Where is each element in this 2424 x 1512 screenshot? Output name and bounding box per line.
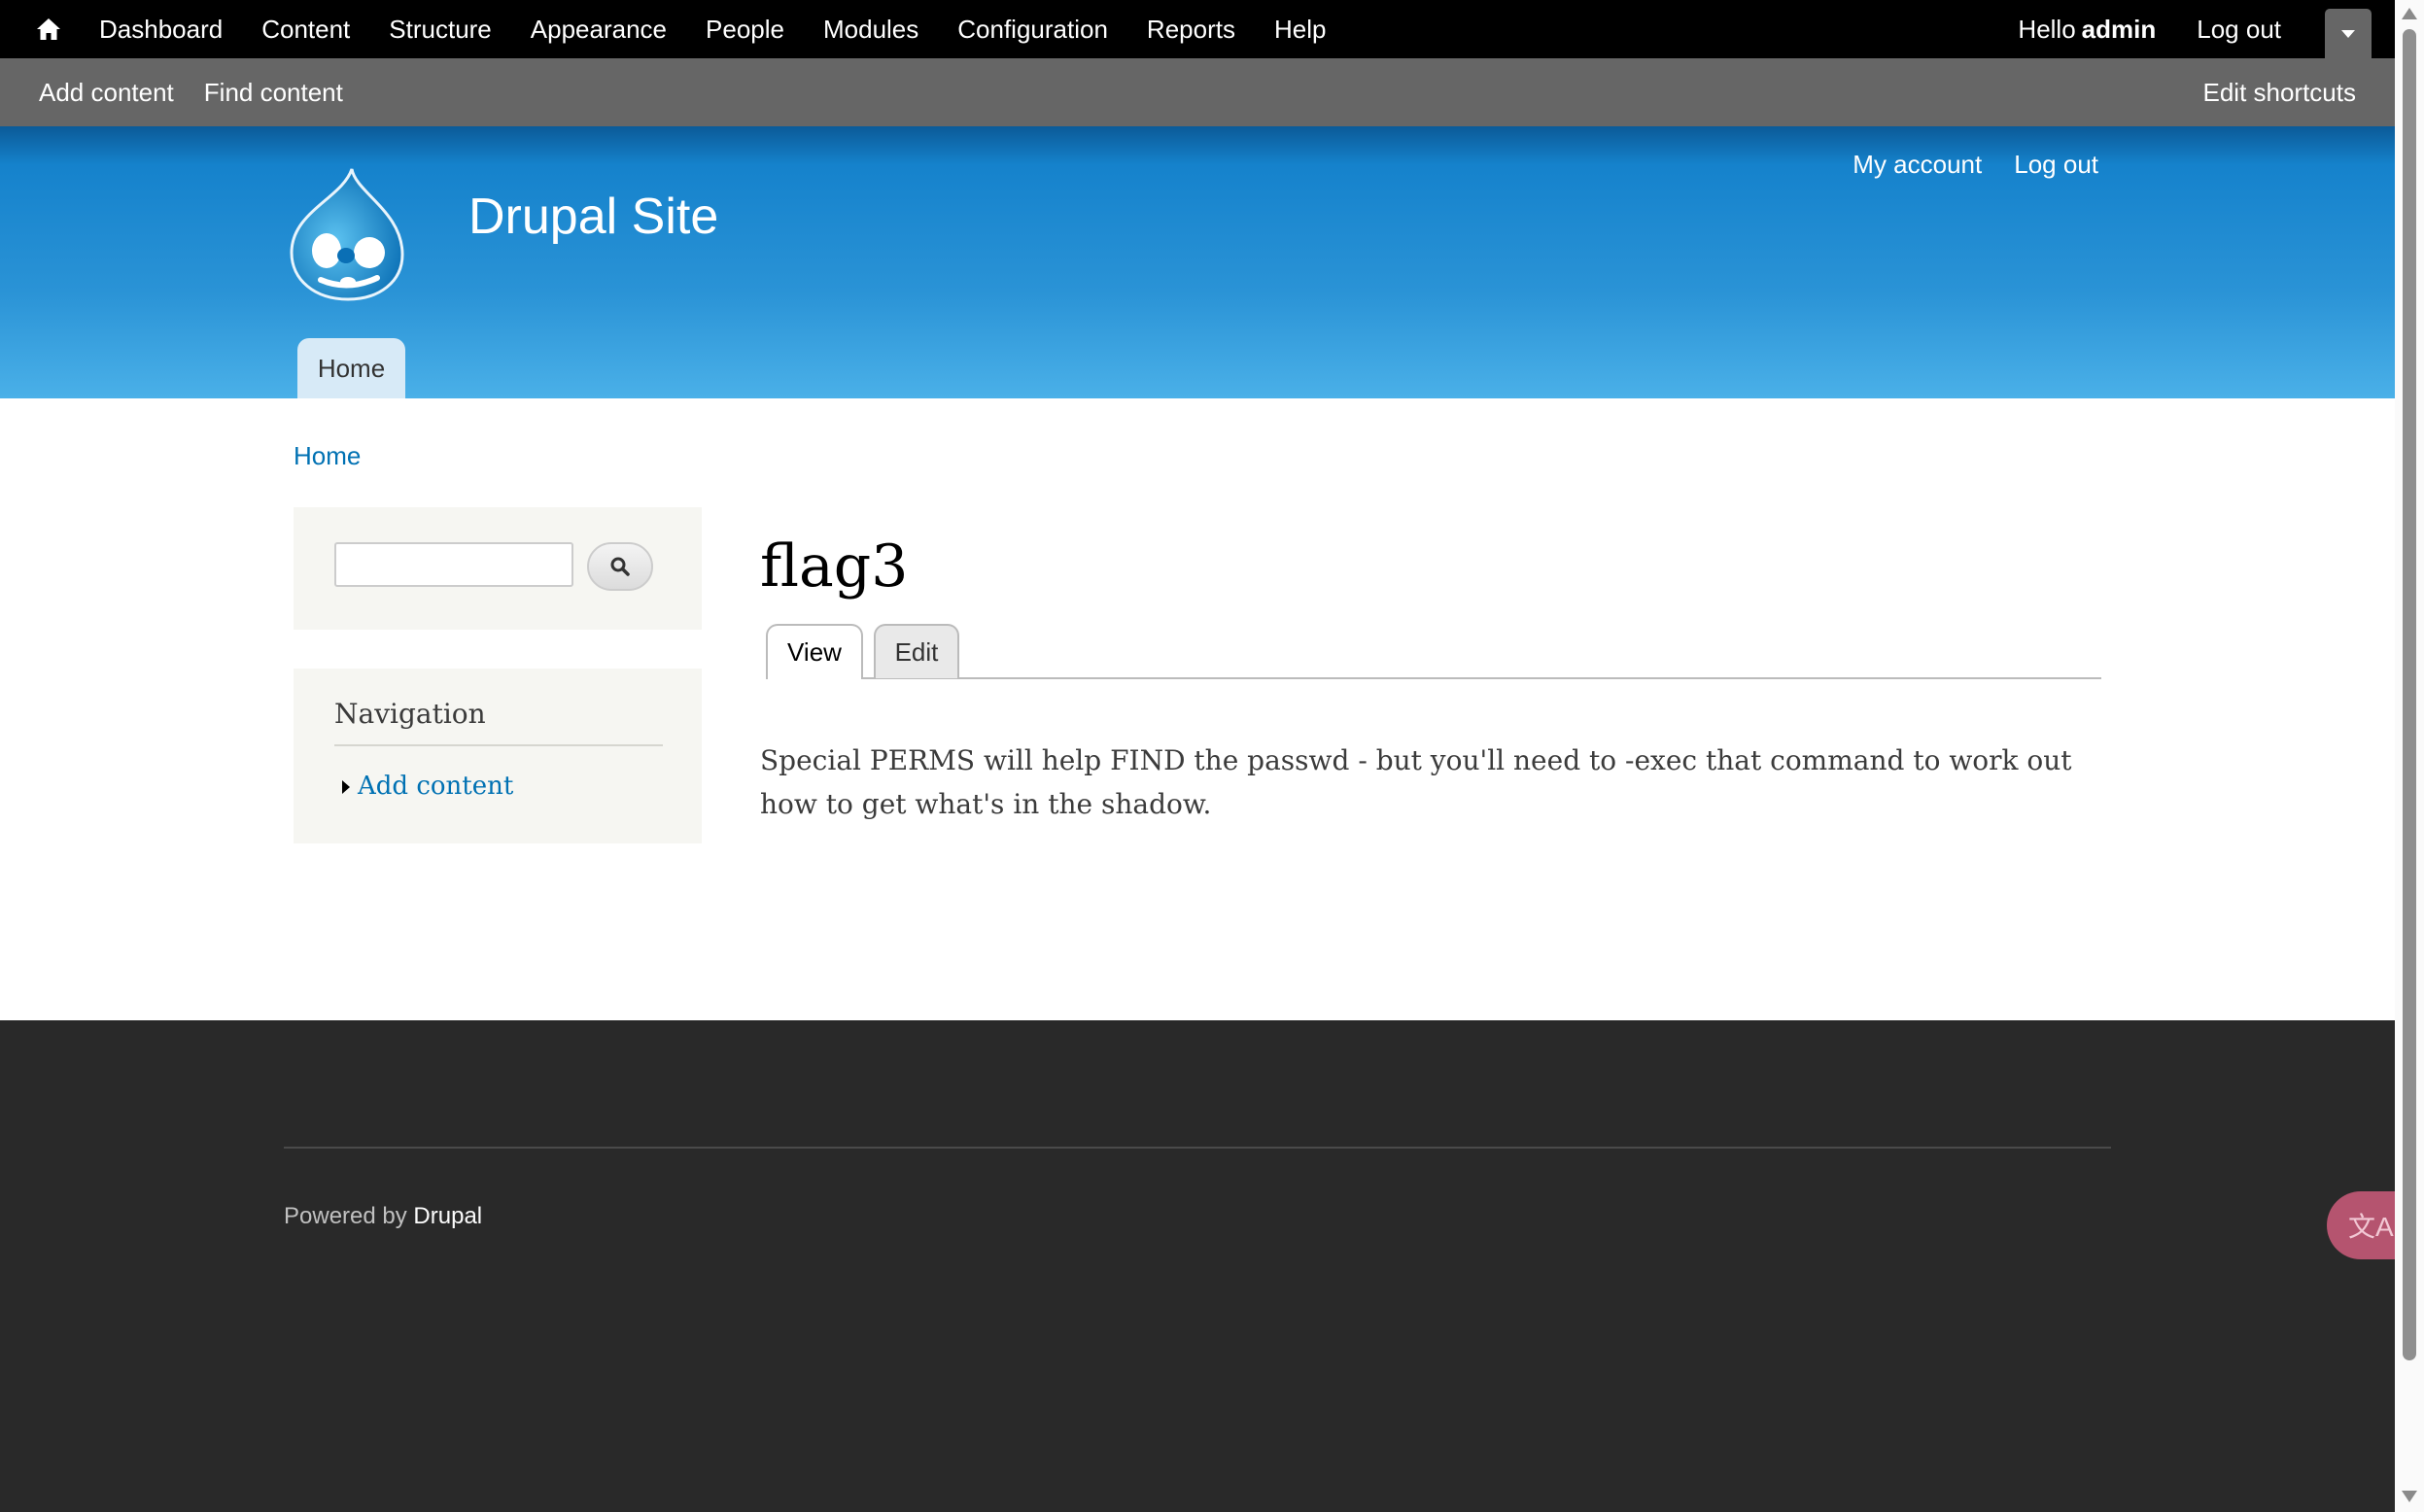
translate-icon: 文A	[2348, 1212, 2394, 1242]
admin-menu-structure[interactable]: Structure	[389, 0, 492, 58]
translate-button[interactable]: 文A	[2327, 1191, 2395, 1259]
site-footer: Powered by Drupal	[0, 1020, 2395, 1512]
powered-by: Powered by Drupal	[284, 1203, 482, 1230]
powered-by-text: Powered by	[284, 1203, 407, 1229]
search-input[interactable]	[334, 542, 573, 587]
navigation-block: Navigation Add content	[294, 669, 702, 843]
hello-text: Hello	[2018, 14, 2076, 44]
admin-menu-configuration[interactable]: Configuration	[957, 0, 1108, 58]
shortcuts-toggle-button[interactable]	[2325, 9, 2372, 58]
navigation-divider	[334, 744, 663, 746]
username[interactable]: admin	[2082, 15, 2157, 45]
shortcut-add-content[interactable]: Add content	[39, 78, 174, 108]
tab-view[interactable]: View	[766, 624, 863, 679]
my-account-link[interactable]: My account	[1853, 150, 1982, 180]
page-title: flag3	[760, 533, 909, 601]
nav-item-label[interactable]: Add content	[358, 772, 513, 801]
edit-shortcuts-link[interactable]: Edit shortcuts	[2202, 78, 2356, 108]
logout-link[interactable]: Log out	[2197, 15, 2281, 45]
admin-menu-modules[interactable]: Modules	[823, 0, 918, 58]
nav-item-add-content[interactable]: Add content	[342, 772, 513, 801]
admin-menu-appearance[interactable]: Appearance	[531, 0, 667, 58]
scroll-up-icon[interactable]	[2402, 8, 2417, 19]
admin-menu-dashboard[interactable]: Dashboard	[99, 0, 223, 58]
shortcut-find-content[interactable]: Find content	[204, 78, 343, 108]
admin-toolbar: Dashboard Content Structure Appearance P…	[0, 0, 2395, 58]
search-icon	[610, 557, 630, 576]
footer-divider	[284, 1147, 2111, 1149]
user-area: Hello admin Log out	[2018, 0, 2281, 58]
shortcuts-bar: Add content Find content Edit shortcuts	[0, 58, 2395, 126]
breadcrumb-home[interactable]: Home	[294, 441, 361, 471]
admin-menu-people[interactable]: People	[706, 0, 784, 58]
scroll-down-icon[interactable]	[2402, 1491, 2417, 1502]
navigation-title: Navigation	[334, 698, 486, 730]
node-body: Special PERMS will help FIND the passwd …	[760, 744, 2072, 820]
home-icon[interactable]	[29, 13, 68, 46]
drupal-link[interactable]: Drupal	[413, 1203, 482, 1229]
site-header: Drupal Site My account Log out Home	[0, 126, 2395, 398]
admin-menu-reports[interactable]: Reports	[1147, 0, 1235, 58]
main-menu-home[interactable]: Home	[297, 338, 405, 398]
admin-menu: Dashboard Content Structure Appearance P…	[99, 0, 1365, 58]
vertical-scrollbar[interactable]	[2395, 0, 2424, 1512]
site-name[interactable]: Drupal Site	[468, 188, 718, 246]
secondary-logout-link[interactable]: Log out	[2014, 150, 2098, 180]
secondary-menu: My account Log out	[1820, 150, 2098, 180]
tabs-divider	[766, 677, 2101, 679]
drupal-logo[interactable]	[288, 165, 406, 301]
triangle-right-icon	[342, 780, 350, 794]
scrollbar-thumb[interactable]	[2403, 29, 2416, 1360]
admin-menu-content[interactable]: Content	[261, 0, 350, 58]
search-block	[294, 507, 702, 630]
page: Dashboard Content Structure Appearance P…	[0, 0, 2395, 1512]
admin-menu-help[interactable]: Help	[1274, 0, 1326, 58]
tab-edit[interactable]: Edit	[874, 624, 959, 678]
search-button[interactable]	[587, 542, 653, 591]
chevron-down-icon	[2341, 29, 2355, 38]
